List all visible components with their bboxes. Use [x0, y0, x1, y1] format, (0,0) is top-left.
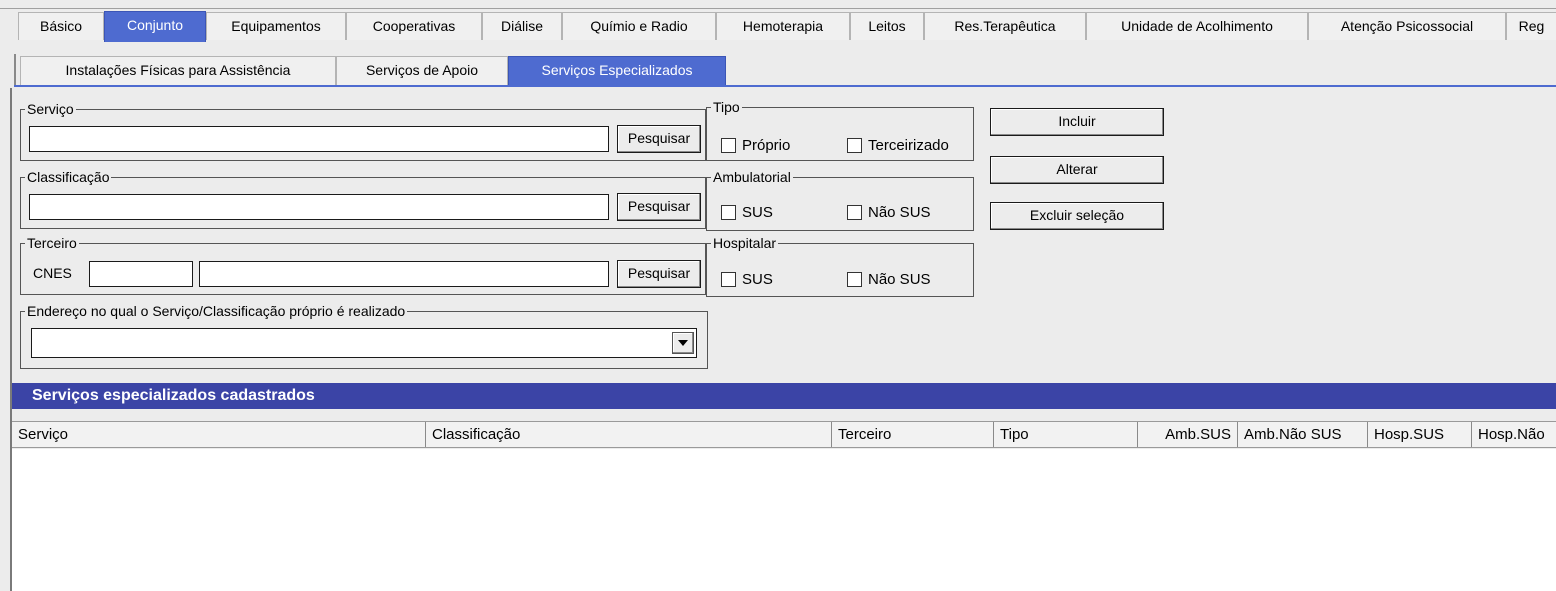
tab-equipamentos[interactable]: Equipamentos — [206, 12, 346, 40]
incluir-button[interactable]: Incluir — [990, 108, 1164, 136]
tab-leitos[interactable]: Leitos — [850, 12, 924, 40]
tipo-group: Tipo Próprio Terceirizado — [706, 98, 974, 161]
hospitalar-nao-sus-checkbox[interactable]: Não SUS — [847, 271, 931, 288]
terceiro-legend: Terceiro — [25, 234, 79, 252]
tab-unidade-acolhimento[interactable]: Unidade de Acolhimento — [1086, 12, 1308, 40]
column-header-amb-sus[interactable]: Amb.SUS — [1138, 422, 1238, 447]
tab-reg[interactable]: Reg — [1506, 12, 1556, 40]
grid-body[interactable] — [12, 449, 1556, 591]
checkbox-icon[interactable] — [721, 138, 736, 153]
tipo-legend: Tipo — [711, 98, 742, 116]
classificacao-input[interactable] — [29, 194, 609, 220]
grid-header: Serviço Classificação Terceiro Tipo Amb.… — [12, 421, 1556, 448]
terceiro-group: Terceiro CNES Pesquisar — [20, 234, 706, 295]
sub-tab-underline — [14, 85, 1556, 87]
ambulatorial-nao-sus-label: Não SUS — [868, 204, 931, 221]
tipo-proprio-checkbox[interactable]: Próprio — [721, 137, 790, 154]
servico-group: Serviço Pesquisar — [20, 100, 706, 161]
grid-title: Serviços especializados cadastrados — [12, 383, 1556, 409]
sub-tab-strip: Instalações Físicas para Assistência Ser… — [0, 54, 1556, 87]
checkbox-icon[interactable] — [847, 272, 862, 287]
sub-tab-left-border — [14, 54, 16, 87]
column-header-tipo[interactable]: Tipo — [994, 422, 1138, 447]
servico-input[interactable] — [29, 126, 609, 152]
chevron-down-icon[interactable] — [672, 332, 694, 354]
checkbox-icon[interactable] — [847, 138, 862, 153]
tab-conjunto[interactable]: Conjunto — [104, 11, 206, 42]
classificacao-legend: Classificação — [25, 168, 112, 186]
cnes-input[interactable] — [89, 261, 193, 287]
checkbox-icon[interactable] — [721, 272, 736, 287]
column-header-hosp-sus[interactable]: Hosp.SUS — [1368, 422, 1472, 447]
endereco-legend: Endereço no qual o Serviço/Classificação… — [25, 302, 408, 320]
endereco-select[interactable] — [31, 328, 697, 358]
hospitalar-nao-sus-label: Não SUS — [868, 271, 931, 288]
tab-servicos-apoio[interactable]: Serviços de Apoio — [336, 56, 508, 85]
tipo-terceirizado-label: Terceirizado — [868, 137, 949, 154]
endereco-group: Endereço no qual o Serviço/Classificação… — [20, 302, 708, 369]
column-header-classificacao[interactable]: Classificação — [426, 422, 832, 447]
tab-res-terapeutica[interactable]: Res.Terapêutica — [924, 12, 1086, 40]
cnes-label: CNES — [33, 265, 72, 281]
tab-servicos-especializados[interactable]: Serviços Especializados — [508, 56, 726, 85]
tab-cooperativas[interactable]: Cooperativas — [346, 12, 482, 40]
tab-content-panel: Serviço Pesquisar Classificação Pesquisa… — [10, 88, 1556, 591]
tab-hemoterapia[interactable]: Hemoterapia — [716, 12, 850, 40]
classificacao-group: Classificação Pesquisar — [20, 168, 706, 229]
tab-atencao-psicossocial[interactable]: Atenção Psicossocial — [1308, 12, 1506, 40]
tab-quimio-radio[interactable]: Químio e Radio — [562, 12, 716, 40]
excluir-selecao-button[interactable]: Excluir seleção — [990, 202, 1164, 230]
main-tab-strip: Básico Conjunto Equipamentos Cooperativa… — [0, 0, 1556, 54]
terceiro-search-button[interactable]: Pesquisar — [617, 260, 701, 288]
window-top-border — [0, 8, 1556, 9]
tab-instalacoes-fisicas[interactable]: Instalações Físicas para Assistência — [20, 56, 336, 85]
column-header-servico[interactable]: Serviço — [12, 422, 426, 447]
ambulatorial-sus-checkbox[interactable]: SUS — [721, 204, 773, 221]
column-header-amb-nao-sus[interactable]: Amb.Não SUS — [1238, 422, 1368, 447]
checkbox-icon[interactable] — [721, 205, 736, 220]
column-header-terceiro[interactable]: Terceiro — [832, 422, 994, 447]
tipo-proprio-label: Próprio — [742, 137, 791, 154]
checkbox-icon[interactable] — [847, 205, 862, 220]
ambulatorial-legend: Ambulatorial — [711, 168, 793, 186]
hospitalar-group: Hospitalar SUS Não SUS — [706, 234, 974, 297]
ambulatorial-sus-label: SUS — [742, 204, 773, 221]
terceiro-name-input[interactable] — [199, 261, 609, 287]
tab-basico[interactable]: Básico — [18, 12, 104, 40]
servico-search-button[interactable]: Pesquisar — [617, 125, 701, 153]
ambulatorial-nao-sus-checkbox[interactable]: Não SUS — [847, 204, 931, 221]
servico-legend: Serviço — [25, 100, 76, 118]
classificacao-search-button[interactable]: Pesquisar — [617, 193, 701, 221]
tipo-terceirizado-checkbox[interactable]: Terceirizado — [847, 137, 949, 154]
ambulatorial-group: Ambulatorial SUS Não SUS — [706, 168, 974, 231]
hospitalar-sus-label: SUS — [742, 271, 773, 288]
column-header-hosp-nao-sus[interactable]: Hosp.Não — [1472, 422, 1556, 447]
hospitalar-sus-checkbox[interactable]: SUS — [721, 271, 773, 288]
alterar-button[interactable]: Alterar — [990, 156, 1164, 184]
hospitalar-legend: Hospitalar — [711, 234, 779, 252]
tab-dialise[interactable]: Diálise — [482, 12, 562, 40]
